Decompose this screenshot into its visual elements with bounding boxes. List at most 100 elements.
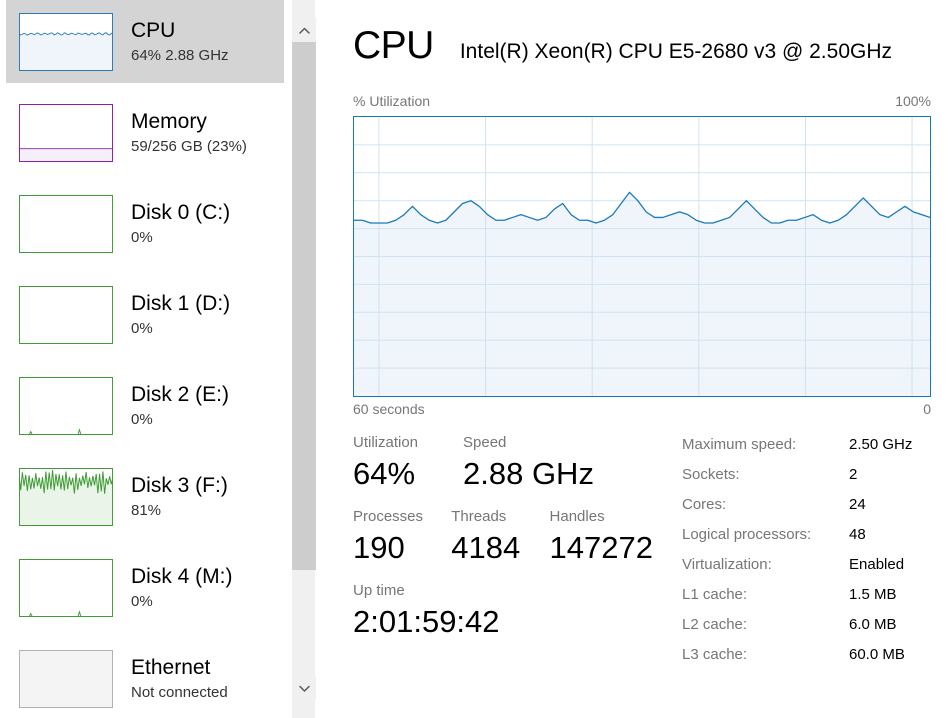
spec-row: Sockets: 2 [682, 464, 932, 494]
resource-thumbnail-graph [19, 649, 113, 708]
resource-text: CPU 64% 2.88 GHz [131, 18, 229, 66]
cpu-utilization-graph[interactable] [353, 116, 931, 397]
sidebar-item-memory[interactable]: Memory 59/256 GB (23%) [6, 91, 284, 174]
resource-subtitle: 0% [131, 319, 153, 337]
resource-title: Disk 0 (C:) [131, 200, 231, 224]
cpu-statistics: Utilization 64% Speed 2.88 GHz Processes… [353, 432, 653, 642]
scrollbar-thumb[interactable] [292, 42, 316, 570]
sidebar-item-cpu[interactable]: CPU 64% 2.88 GHz [6, 0, 284, 83]
stat-speed-label: Speed [463, 434, 507, 451]
resource-subtitle: 0% [131, 592, 153, 610]
cpu-detail-panel: CPU Intel(R) Xeon(R) CPU E5-2680 v3 @ 2.… [316, 0, 948, 718]
cpu-spec-table: Maximum speed: 2.50 GHz Sockets: 2 Cores: 24 L… [682, 434, 932, 674]
chevron-up-icon[interactable] [292, 18, 316, 42]
graph-x-axis-end: 0 [923, 401, 931, 417]
sidebar-scrollbar[interactable] [291, 0, 316, 718]
resource-subtitle: 0% [131, 228, 153, 246]
graph-axis-bottom: 60 seconds 0 [353, 401, 931, 417]
stat-processes: Processes 190 [353, 506, 451, 568]
stats-row-primary: Utilization 64% Speed 2.88 GHz [353, 432, 653, 494]
resource-title: Memory [131, 109, 207, 133]
panel-header: CPU Intel(R) Xeon(R) CPU E5-2680 v3 @ 2.… [353, 24, 892, 68]
spec-row: Logical processors: 48 [682, 524, 932, 554]
resource-text: Disk 2 (E:) 0% [131, 382, 229, 430]
spec-key: Sockets: [682, 466, 740, 483]
graph-x-axis-start: 60 seconds [353, 401, 425, 417]
spec-row: Maximum speed: 2.50 GHz [682, 434, 932, 464]
spec-row: L2 cache: 6.0 MB [682, 614, 932, 644]
resource-thumbnail-graph [19, 12, 113, 71]
stat-utilization-value: 64% [353, 456, 416, 491]
resource-thumbnail-graph [19, 558, 113, 617]
spec-value: 24 [849, 496, 866, 513]
stats-row-uptime: Up time 2:01:59:42 [353, 580, 653, 642]
resource-list-sidebar[interactable]: CPU 64% 2.88 GHz Memory 59/256 GB (23%) Disk… [0, 0, 290, 718]
resource-subtitle: Not connected [131, 683, 228, 701]
resource-thumbnail-graph [19, 376, 113, 435]
stat-speed-value: 2.88 GHz [463, 456, 594, 491]
stat-handles-value: 147272 [549, 530, 653, 565]
cpu-model-label: Intel(R) Xeon(R) CPU E5-2680 v3 @ 2.50GH… [459, 40, 892, 63]
resource-title: Ethernet [131, 655, 211, 679]
stat-threads: Threads 4184 [451, 506, 549, 568]
sidebar-item-ethernet[interactable]: Ethernet Not connected [6, 637, 284, 718]
resource-title: Disk 3 (F:) [131, 473, 228, 497]
resource-title: Disk 2 (E:) [131, 382, 230, 406]
stat-processes-label: Processes [353, 508, 424, 525]
resource-subtitle: 81% [131, 501, 162, 519]
spec-key: Maximum speed: [682, 436, 797, 453]
stat-threads-label: Threads [451, 508, 507, 525]
spec-key: L3 cache: [682, 646, 748, 663]
sidebar-item-disk-4-m[interactable]: Disk 4 (M:) 0% [6, 546, 284, 629]
resource-text: Memory 59/256 GB (23%) [131, 109, 247, 157]
resource-title: Disk 4 (M:) [131, 564, 233, 588]
resource-subtitle: 0% [131, 410, 153, 428]
sidebar-item-disk-2-e[interactable]: Disk 2 (E:) 0% [6, 364, 284, 447]
resource-title: Disk 1 (D:) [131, 291, 231, 315]
spec-value: 60.0 MB [849, 646, 905, 663]
resource-text: Disk 4 (M:) 0% [131, 564, 233, 612]
task-manager-window: CPU 64% 2.88 GHz Memory 59/256 GB (23%) Disk… [0, 0, 948, 718]
sidebar-item-disk-1-d[interactable]: Disk 1 (D:) 0% [6, 273, 284, 356]
spec-key: L2 cache: [682, 616, 748, 633]
spec-key: L1 cache: [682, 586, 748, 603]
stat-processes-value: 190 [353, 530, 405, 565]
spec-row: L1 cache: 1.5 MB [682, 584, 932, 614]
spec-row: L3 cache: 60.0 MB [682, 644, 932, 674]
resource-thumbnail-graph [19, 194, 113, 253]
graph-axis-top: % Utilization 100% [353, 93, 931, 109]
resource-thumbnail-graph [19, 467, 113, 526]
resource-thumbnail-graph [19, 103, 113, 162]
resource-title: CPU [131, 18, 176, 42]
resource-thumbnail-graph [19, 285, 113, 344]
stat-uptime: Up time 2:01:59:42 [353, 580, 500, 642]
resource-subtitle: 59/256 GB (23%) [131, 137, 247, 155]
spec-key: Cores: [682, 496, 727, 513]
sidebar-item-disk-0-c[interactable]: Disk 0 (C:) 0% [6, 182, 284, 265]
resource-text: Disk 1 (D:) 0% [131, 291, 230, 339]
stat-handles-label: Handles [549, 508, 605, 525]
stat-utilization: Utilization 64% [353, 432, 463, 494]
sidebar-item-disk-3-f[interactable]: Disk 3 (F:) 81% [6, 455, 284, 538]
spec-value: 48 [849, 526, 866, 543]
spec-row: Virtualization: Enabled [682, 554, 932, 584]
stat-uptime-value: 2:01:59:42 [353, 604, 500, 639]
page-title: CPU [353, 24, 434, 67]
resource-text: Disk 0 (C:) 0% [131, 200, 230, 248]
stat-uptime-label: Up time [353, 582, 405, 599]
spec-value: Enabled [849, 556, 905, 573]
graph-y-axis-label: % Utilization [353, 93, 431, 109]
stats-row-secondary: Processes 190 Threads 4184 Handles 14727… [353, 506, 653, 568]
spec-key: Virtualization: [682, 556, 772, 573]
spec-row: Cores: 24 [682, 494, 932, 524]
stat-utilization-label: Utilization [353, 434, 419, 451]
spec-value: 1.5 MB [849, 586, 897, 603]
chevron-down-icon[interactable] [292, 676, 316, 700]
stat-speed: Speed 2.88 GHz [463, 432, 594, 494]
stat-threads-value: 4184 [451, 530, 521, 565]
resource-text: Ethernet Not connected [131, 655, 228, 703]
spec-value: 6.0 MB [849, 616, 897, 633]
graph-y-axis-max: 100% [895, 93, 931, 109]
resource-subtitle: 64% 2.88 GHz [131, 46, 229, 64]
spec-key: Logical processors: [682, 526, 812, 543]
